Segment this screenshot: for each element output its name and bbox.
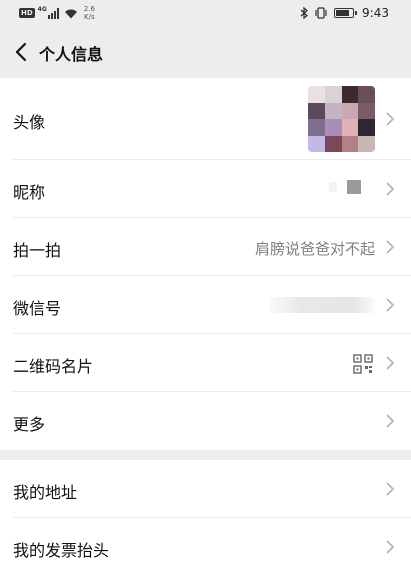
nickname-blurred — [347, 180, 361, 194]
row-label: 更多 — [13, 415, 46, 434]
row-wechat-id[interactable]: 微信号 — [0, 276, 411, 334]
avatar-pixel — [308, 102, 325, 119]
wechat-id-blurred — [269, 297, 375, 313]
hd-badge: HD — [19, 8, 35, 18]
avatar-pixel — [341, 102, 359, 119]
wifi-icon — [64, 4, 78, 23]
chevron-right-icon — [386, 414, 395, 428]
speed-unit: K/s — [84, 13, 95, 21]
chevron-right-icon — [386, 240, 395, 254]
bluetooth-icon — [300, 7, 309, 19]
avatar-pixel — [308, 135, 325, 152]
profile-group: 头像 昵称 拍一拍 肩膀说爸爸对不起 微信号 二维码名片 更多 — [0, 78, 411, 450]
nickname-blur-edge — [329, 182, 337, 192]
chevron-right-icon — [386, 540, 395, 554]
network-speed: 2.6 K/s — [84, 5, 95, 21]
avatar-pixel — [341, 119, 359, 136]
screen: HD 4G 2.6 K/s 9:43 个人信息 头像 昵称 拍一拍 肩膀说爸爸对… — [0, 0, 411, 578]
address-group: 我的地址 我的发票抬头 — [0, 460, 411, 578]
qr-code-icon — [353, 354, 373, 374]
row-qr-card[interactable]: 二维码名片 — [0, 334, 411, 392]
row-label: 昵称 — [13, 183, 46, 202]
chevron-right-icon — [386, 482, 395, 496]
row-pat[interactable]: 拍一拍 肩膀说爸爸对不起 — [0, 218, 411, 276]
battery-fill — [336, 10, 349, 16]
avatar-pixel — [324, 102, 342, 119]
chevron-right-icon — [386, 112, 395, 126]
avatar-pixel — [308, 119, 325, 136]
avatar-pixel — [358, 135, 375, 152]
status-left: HD 4G 2.6 K/s — [19, 4, 95, 22]
avatar-pixel — [324, 86, 342, 103]
avatar-pixel — [324, 135, 342, 152]
row-label: 我的地址 — [13, 483, 78, 502]
avatar-pixel — [358, 102, 375, 119]
battery-icon — [334, 8, 358, 18]
row-address[interactable]: 我的地址 — [0, 460, 411, 518]
chevron-right-icon — [386, 298, 395, 312]
status-time: 9:43 — [362, 6, 389, 20]
status-bar: HD 4G 2.6 K/s 9:43 — [0, 0, 411, 26]
row-avatar[interactable]: 头像 — [0, 78, 411, 160]
row-invoice-title[interactable]: 我的发票抬头 — [0, 518, 411, 578]
avatar-pixel — [358, 86, 375, 103]
network-type: 4G — [37, 6, 47, 13]
avatar-pixel — [358, 119, 375, 136]
avatar-pixel — [341, 86, 359, 103]
vibrate-icon — [314, 7, 328, 19]
status-right: 9:43 — [294, 4, 389, 22]
avatar-pixel — [308, 86, 325, 103]
row-label: 微信号 — [13, 299, 62, 318]
row-label: 我的发票抬头 — [13, 541, 110, 560]
speed-value: 2.6 — [83, 5, 95, 13]
avatar-pixel — [341, 135, 359, 152]
chevron-right-icon — [386, 356, 395, 370]
row-label: 头像 — [13, 113, 46, 132]
row-more[interactable]: 更多 — [0, 392, 411, 450]
row-nickname[interactable]: 昵称 — [0, 160, 411, 218]
row-label: 拍一拍 — [13, 241, 62, 260]
chevron-right-icon — [386, 182, 395, 196]
pat-value: 肩膀说爸爸对不起 — [254, 240, 375, 258]
chevron-left-icon — [15, 42, 27, 62]
page-title: 个人信息 — [39, 45, 104, 64]
row-label: 二维码名片 — [13, 357, 94, 376]
avatar-pixel — [324, 119, 342, 136]
back-button[interactable] — [10, 40, 32, 64]
signal-icon — [47, 7, 60, 19]
avatar — [308, 86, 375, 152]
nav-bar: 个人信息 — [0, 26, 411, 78]
